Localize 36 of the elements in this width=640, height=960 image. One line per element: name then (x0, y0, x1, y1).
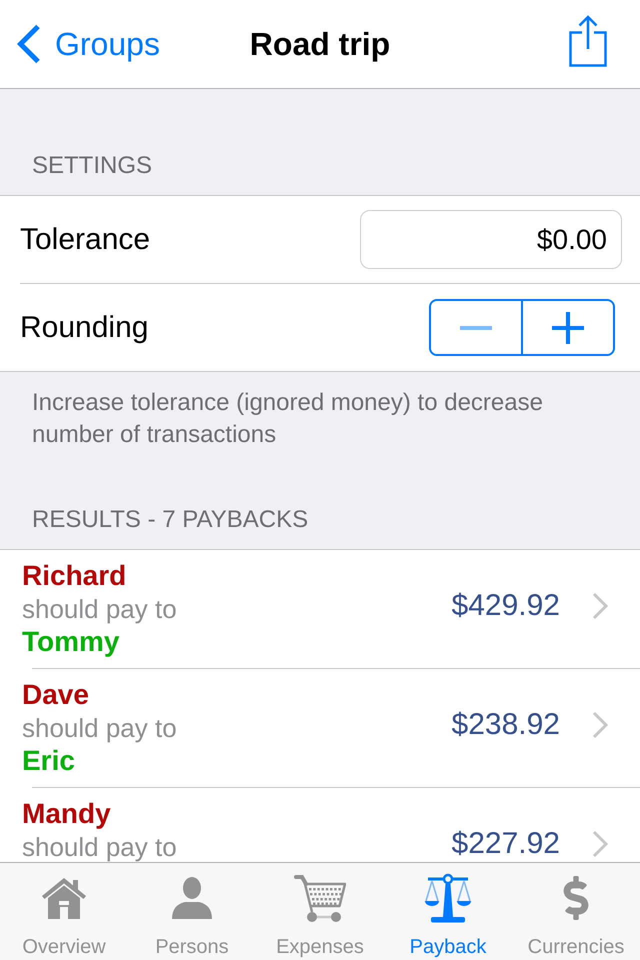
payer-name: Mandy (22, 798, 111, 830)
chevron-left-icon (17, 24, 41, 64)
payer-name: Richard (22, 560, 126, 592)
payee-name: Eric (22, 745, 75, 777)
settings-footer-text: Increase tolerance (ignored money) to decrease number of transactions (32, 388, 544, 450)
scales-icon (425, 873, 471, 923)
rounding-label: Rounding (20, 310, 150, 346)
tab[interactable]: Expenses (256, 863, 384, 960)
tolerance-field[interactable]: $0.00 (360, 210, 622, 269)
chevron-right-icon (592, 592, 608, 620)
payee-name: Tommy (22, 626, 120, 658)
cart-icon (294, 874, 346, 922)
screen-title: Road trip (250, 25, 390, 64)
relation-text: should pay to (22, 596, 177, 623)
chevron-right-icon (592, 711, 608, 739)
plus-icon (552, 312, 584, 344)
share-icon[interactable] (569, 15, 607, 67)
section-header: SETTINGS (32, 151, 152, 181)
person-icon (172, 877, 212, 919)
tab[interactable]: Persons (128, 863, 256, 960)
tab[interactable]: Currencies (512, 863, 640, 960)
tolerance-label: Tolerance (20, 222, 152, 258)
minus-icon (460, 326, 492, 330)
home-icon (42, 877, 86, 919)
section-header: RESULTS - 7 PAYBACKS (32, 505, 308, 535)
amount-text: $238.92 (452, 709, 560, 740)
increment-button[interactable] (521, 301, 613, 354)
amount-text: $429.92 (452, 590, 560, 621)
chevron-right-icon (592, 830, 608, 858)
payer-name: Dave (22, 679, 89, 711)
back-button[interactable]: Groups (17, 24, 160, 64)
amount-text: $227.92 (452, 828, 560, 859)
relation-text: should pay to (22, 715, 177, 742)
tab[interactable]: Payback (384, 863, 512, 960)
tab[interactable]: Overview (0, 863, 128, 960)
relation-text: should pay to (22, 834, 177, 861)
